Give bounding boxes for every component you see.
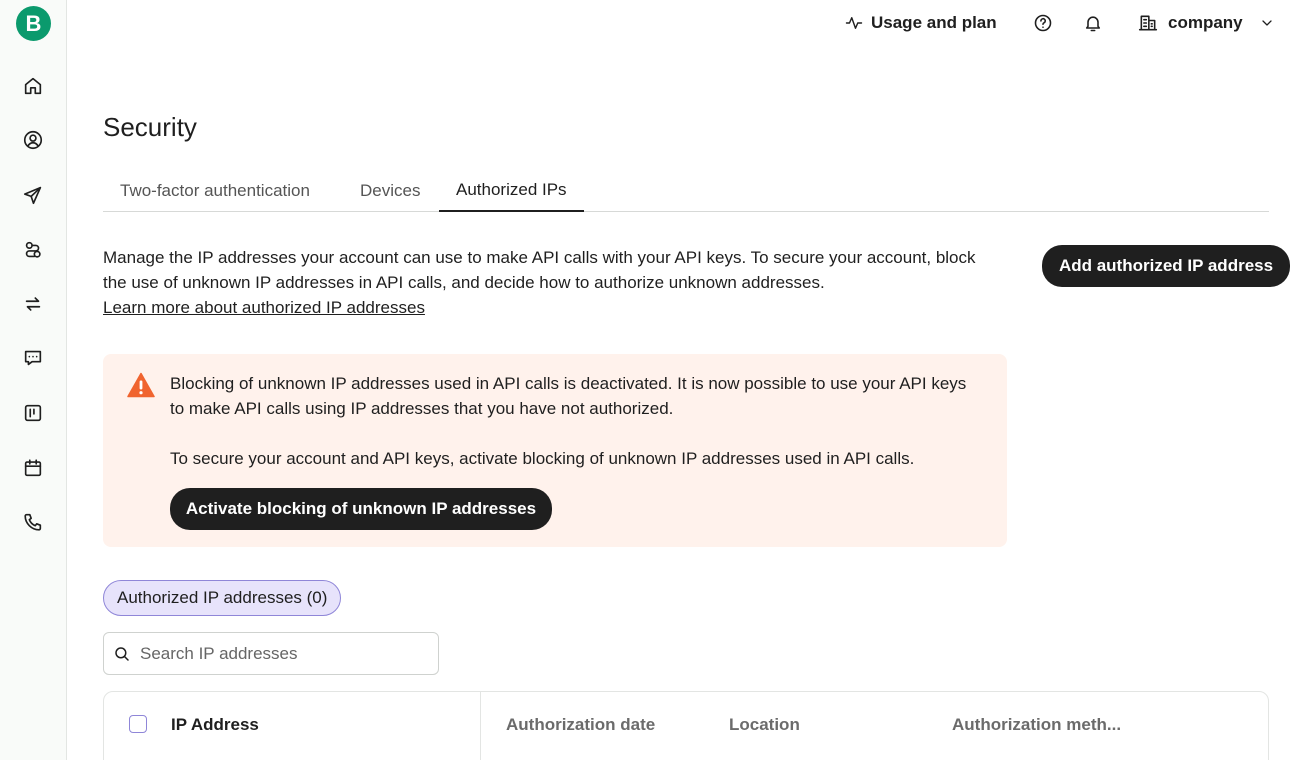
bell-icon (1085, 16, 1101, 32)
tab-bar: Two-factor authentication Devices Author… (103, 170, 1269, 212)
company-label: company (1168, 13, 1243, 32)
board-icon (24, 404, 42, 422)
sidebar-item-campaigns[interactable] (19, 181, 47, 209)
column-header-authorization-date[interactable]: Authorization date (506, 692, 655, 758)
automation-icon (25, 241, 41, 258)
transfer-icon (25, 297, 41, 311)
page-description: Manage the IP addresses your account can… (103, 248, 976, 292)
chevron-down-icon (1262, 20, 1272, 26)
page-title: Security (103, 112, 197, 142)
user-circle-icon (23, 130, 43, 150)
tab-devices[interactable]: Devices (343, 170, 437, 212)
ip-address-table: IP Address Authorization date Location A… (103, 691, 1269, 760)
chat-icon (24, 350, 42, 366)
search-icon (115, 646, 129, 661)
warning-alert: Blocking of unknown IP addresses used in… (103, 354, 1007, 547)
phone-icon (24, 513, 42, 531)
building-icon (1138, 15, 1158, 31)
home-icon (24, 77, 42, 95)
search-box (103, 632, 439, 675)
sidebar: B (0, 0, 67, 760)
search-input[interactable] (140, 643, 420, 664)
help-icon (1034, 14, 1052, 32)
sidebar-item-conversations[interactable] (19, 344, 47, 372)
column-header-authorization-method[interactable]: Authorization meth... (952, 692, 1121, 758)
authorized-ips-filter-chip[interactable]: Authorized IP addresses (0) (103, 580, 342, 616)
column-header-location[interactable]: Location (729, 692, 800, 758)
alert-message: Blocking of unknown IP addresses used in… (170, 374, 967, 418)
calendar-icon (24, 459, 42, 477)
usage-label: Usage and plan (871, 13, 997, 32)
column-divider (480, 692, 481, 760)
warning-icon (127, 372, 155, 398)
tab-two-factor-authentication[interactable]: Two-factor authentication (103, 170, 327, 212)
alert-recommendation: To secure your account and API keys, act… (170, 449, 915, 468)
company-switcher[interactable]: company (1138, 10, 1275, 36)
sidebar-item-automations[interactable] (19, 236, 47, 264)
activity-icon (845, 17, 863, 29)
add-authorized-ip-button[interactable]: Add authorized IP address (1042, 245, 1290, 287)
select-all-checkbox[interactable] (129, 715, 147, 733)
tab-authorized-ips[interactable]: Authorized IPs (439, 170, 584, 212)
usage-and-plan-link[interactable]: Usage and plan (845, 10, 997, 36)
column-header-ip-address[interactable]: IP Address (171, 692, 259, 758)
activate-blocking-button[interactable]: Activate blocking of unknown IP addresse… (170, 488, 552, 530)
sidebar-item-contacts[interactable] (19, 126, 47, 154)
learn-more-link[interactable]: Learn more about authorized IP addresses (103, 295, 425, 320)
sidebar-item-home[interactable] (19, 72, 47, 100)
sidebar-item-sales[interactable] (19, 399, 47, 427)
help-button[interactable] (1031, 11, 1055, 35)
brand-logo[interactable]: B (16, 6, 51, 41)
notifications-button[interactable] (1081, 11, 1105, 35)
send-icon (23, 186, 42, 205)
sidebar-item-transactional[interactable] (19, 290, 47, 318)
sidebar-item-phone[interactable] (19, 508, 47, 536)
sidebar-item-meetings[interactable] (19, 454, 47, 482)
